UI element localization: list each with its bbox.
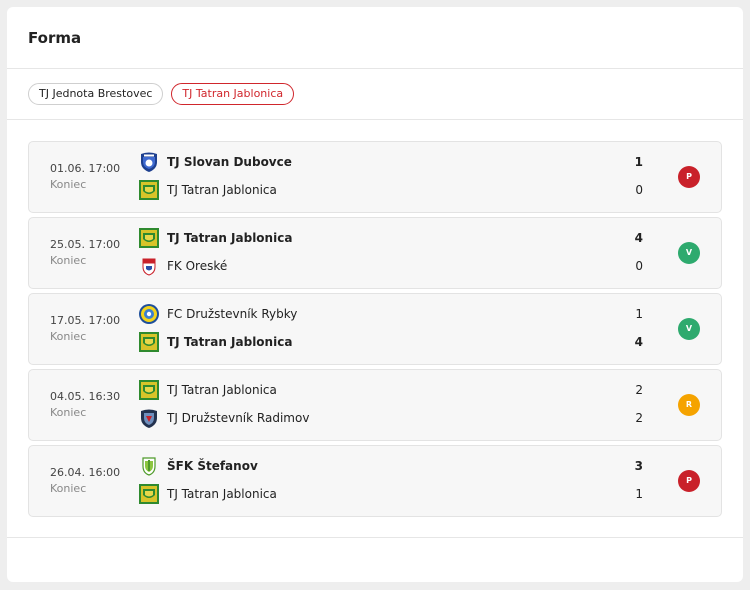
team-score: 4: [634, 231, 643, 245]
result-badge: P: [678, 470, 700, 492]
result-badge: R: [678, 394, 700, 416]
form-card: Forma TJ Jednota Brestovec TJ Tatran Jab…: [7, 7, 743, 582]
team-name: TJ Tatran Jablonica: [167, 231, 293, 245]
away-team: TJ Družstevník Radimov 2: [138, 407, 643, 429]
match-status: Koniec: [50, 406, 87, 419]
team-score: 3: [634, 459, 643, 473]
divider: [7, 537, 743, 538]
home-team: TJ Slovan Dubovce 1: [138, 151, 643, 173]
match-date: 01.06. 17:00: [50, 162, 121, 175]
tab-tj-tatran-jablonica[interactable]: TJ Tatran Jablonica: [171, 83, 295, 105]
team-score: 1: [634, 155, 643, 169]
team-logo-icon: [139, 332, 159, 352]
team-score: 1: [635, 487, 643, 501]
match-row[interactable]: 25.05. 17:00 Koniec TJ Tatran Jablonica …: [28, 217, 722, 289]
match-list: 01.06. 17:00 Koniec TJ Slovan Dubovce 1 …: [7, 120, 743, 517]
home-team: TJ Tatran Jablonica 2: [138, 379, 643, 401]
match-date: 25.05. 17:00: [50, 238, 121, 251]
match-row[interactable]: 04.05. 16:30 Koniec TJ Tatran Jablonica …: [28, 369, 722, 441]
match-status: Koniec: [50, 254, 87, 267]
home-team: TJ Tatran Jablonica 4: [138, 227, 643, 249]
team-logo-icon: [139, 380, 159, 400]
team-logo-icon: [141, 409, 157, 428]
match-status: Koniec: [50, 330, 87, 343]
team-logo-icon: [142, 258, 156, 276]
team-name: TJ Tatran Jablonica: [167, 183, 277, 197]
team-score: 0: [635, 259, 643, 273]
match-date: 26.04. 16:00: [50, 466, 121, 479]
match-date: 04.05. 16:30: [50, 390, 121, 403]
team-score: 2: [635, 411, 643, 425]
match-row[interactable]: 01.06. 17:00 Koniec TJ Slovan Dubovce 1 …: [28, 141, 722, 213]
team-tabs: TJ Jednota Brestovec TJ Tatran Jablonica: [7, 69, 743, 120]
away-team: TJ Tatran Jablonica 0: [138, 179, 643, 201]
team-name: FC Družstevník Rybky: [167, 307, 298, 321]
team-name: TJ Družstevník Radimov: [167, 411, 310, 425]
team-name: TJ Tatran Jablonica: [167, 335, 293, 349]
team-logo-icon: [142, 457, 156, 476]
team-logo-icon: [141, 152, 157, 172]
match-status: Koniec: [50, 482, 87, 495]
team-score: 4: [634, 335, 643, 349]
tab-tj-jednota-brestovec[interactable]: TJ Jednota Brestovec: [28, 83, 164, 105]
team-name: TJ Tatran Jablonica: [167, 383, 277, 397]
team-logo-icon: [139, 180, 159, 200]
away-team: FK Oreské 0: [138, 255, 643, 277]
match-row[interactable]: 17.05. 17:00 Koniec FC Družstevník Rybky…: [28, 293, 722, 365]
result-badge: V: [678, 242, 700, 264]
team-name: FK Oreské: [167, 259, 228, 273]
team-logo-icon: [139, 304, 159, 324]
match-status: Koniec: [50, 178, 87, 191]
home-team: ŠFK Štefanov 3: [138, 455, 643, 477]
team-score: 1: [635, 307, 643, 321]
home-team: FC Družstevník Rybky 1: [138, 303, 643, 325]
card-header: Forma: [7, 7, 743, 69]
team-name: TJ Slovan Dubovce: [167, 155, 292, 169]
match-row[interactable]: 26.04. 16:00 Koniec ŠFK Štefanov 3 TJ Ta…: [28, 445, 722, 517]
result-badge: P: [678, 166, 700, 188]
team-score: 2: [635, 383, 643, 397]
team-name: ŠFK Štefanov: [167, 459, 258, 473]
team-score: 0: [635, 183, 643, 197]
team-logo-icon: [139, 228, 159, 248]
away-team: TJ Tatran Jablonica 4: [138, 331, 643, 353]
result-badge: V: [678, 318, 700, 340]
match-date: 17.05. 17:00: [50, 314, 121, 327]
team-logo-icon: [139, 484, 159, 504]
card-title: Forma: [28, 29, 82, 47]
team-name: TJ Tatran Jablonica: [167, 487, 277, 501]
away-team: TJ Tatran Jablonica 1: [138, 483, 643, 505]
